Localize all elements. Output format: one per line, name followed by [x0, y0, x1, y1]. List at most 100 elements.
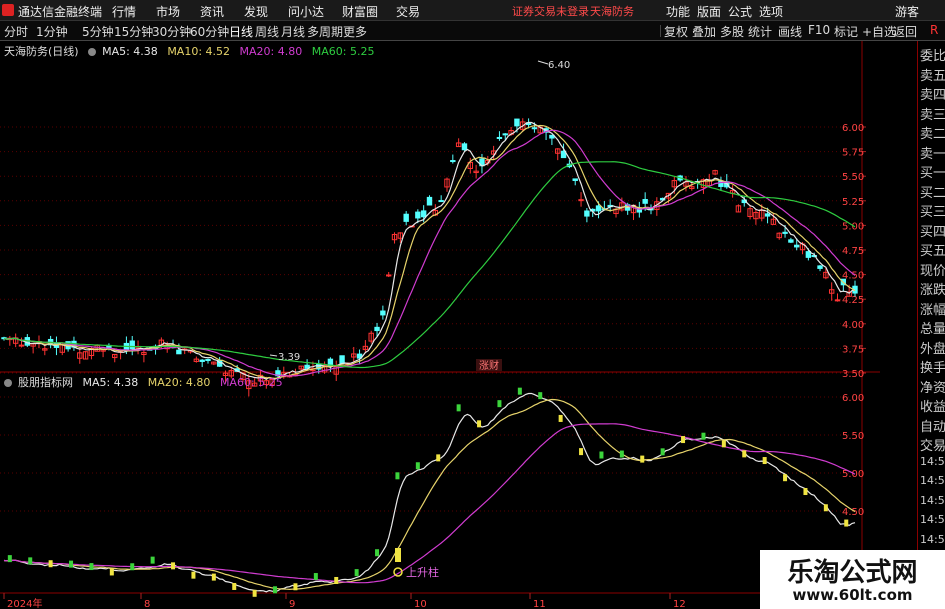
candle-down [642, 199, 648, 204]
signal-bar-green [7, 555, 12, 563]
candle-down [450, 160, 456, 163]
signal-bar-green [415, 462, 420, 470]
tool-adjust[interactable]: 复权 [664, 23, 688, 40]
candle-up [385, 274, 392, 277]
sidebar-item: 总量 [920, 322, 945, 337]
x-axis-label: 12 [673, 599, 686, 609]
sub-tick-label: 5.00 [842, 469, 864, 480]
menu-function[interactable]: 功能 [666, 3, 690, 20]
price-tick-label: 6.00 [842, 123, 864, 134]
tool-multi-stock[interactable]: 多股 [720, 23, 744, 40]
signal-bar-yellow [191, 571, 196, 579]
sidebar-item[interactable]: 交易 [920, 435, 945, 454]
guest-user[interactable]: 游客 [895, 3, 919, 20]
signal-bar-green [619, 450, 624, 458]
x-axis-label: 9 [289, 599, 295, 609]
price-tick-label: 4.25 [842, 295, 864, 306]
sidebar-item: 收益 [920, 400, 945, 415]
period-15min[interactable]: 15分钟 [114, 23, 153, 40]
period-monthly[interactable]: 月线 [281, 23, 305, 40]
sidebar-item: 买二 [920, 185, 945, 201]
candle-down [380, 310, 386, 316]
signal-bar-green [375, 549, 380, 557]
menu-ask[interactable]: 问小达 [288, 3, 324, 20]
x-axis-label: 11 [533, 599, 546, 609]
x-axis-label: 10 [414, 599, 427, 609]
signal-bar-yellow [293, 583, 298, 591]
period-60min[interactable]: 60分钟 [190, 23, 229, 40]
signal-bar-yellow [211, 573, 216, 581]
stock-period-label[interactable]: 天海防务(日线) [4, 45, 79, 58]
candle-down [817, 265, 823, 269]
tool-f10[interactable]: F10 [808, 23, 830, 37]
menu-bar: 通达信金融终端 行情 市场 资讯 发现 问小达 财富圈 交易 证券交易未登录 天… [0, 0, 945, 21]
menu-market[interactable]: 市场 [156, 3, 180, 20]
menu-trade[interactable]: 交易 [396, 3, 420, 20]
price-tick-label: 3.50 [842, 369, 864, 380]
sidebar-item: 外盘 [920, 341, 945, 357]
candle-down [420, 210, 427, 218]
period-30min[interactable]: 30分钟 [152, 23, 191, 40]
candle-up [18, 344, 25, 347]
sub-panel-legend: 股朋指标网 MA5: 4.38 MA20: 4.80 MA60: 5.25 [4, 374, 289, 390]
period-1min[interactable]: 1分钟 [36, 23, 68, 40]
price-tick-label: 5.25 [842, 197, 864, 208]
signal-bar-green [354, 569, 359, 577]
menu-options[interactable]: 选项 [759, 3, 783, 20]
signal-bar-yellow [232, 582, 237, 590]
menu-news[interactable]: 资讯 [200, 3, 224, 20]
kline-chart-svg[interactable]: 6.00 5.75 5.50 5.25 5.00 4.75 4.50 4.25 4.00 3.75… [0, 41, 880, 609]
menu-layout[interactable]: 版面 [697, 3, 721, 20]
sidebar-item: 买一 [920, 166, 945, 181]
signal-bar-green [395, 472, 400, 480]
candle-down [794, 244, 800, 248]
ma20-label: MA20: 4.80 [239, 45, 303, 58]
period-intraday[interactable]: 分时 [4, 23, 28, 40]
sub-ma5-label: MA5: 4.38 [82, 376, 139, 389]
low-marker-line [269, 354, 278, 357]
candle-down [461, 143, 468, 151]
signal-bar-yellow [579, 448, 584, 456]
menu-market-quotes[interactable]: 行情 [112, 3, 136, 20]
sidebar-item: 买三 [920, 205, 945, 220]
menu-wealth-circle[interactable]: 财富圈 [342, 3, 378, 20]
menu-formula[interactable]: 公式 [728, 3, 752, 20]
sidebar-item: 现价 [920, 263, 945, 279]
period-daily[interactable]: 日线 [229, 23, 253, 40]
ma60-label: MA60: 5.25 [311, 45, 375, 58]
tool-draw-line[interactable]: 画线 [778, 23, 802, 40]
sidebar-item: 涨幅 [920, 302, 945, 318]
sidebar-item: 涨跌 [920, 283, 945, 298]
candle-down [426, 196, 433, 206]
add-watchlist-button[interactable]: +自选 [862, 23, 896, 40]
period-multi[interactable]: 多周期 [307, 23, 343, 40]
signal-bar-yellow [48, 560, 53, 568]
signal-bar-yellow [252, 589, 257, 597]
candle-down [374, 326, 380, 332]
signal-bar-green [660, 448, 665, 456]
sub-tick-label: 5.50 [842, 431, 864, 442]
candle-down [176, 349, 182, 355]
sidebar-item: 换手 [920, 361, 945, 376]
period-5min[interactable]: 5分钟 [82, 23, 114, 40]
tool-overlay[interactable]: 叠加 [692, 23, 716, 40]
tool-mark[interactable]: 标记 [834, 23, 858, 40]
buy-signal-label: 上升柱 [406, 565, 439, 579]
sidebar-item: 卖三 [920, 107, 945, 123]
sidebar-item[interactable]: 自动 [920, 416, 945, 435]
signal-bar-yellow [803, 488, 808, 496]
quote-sidebar: 委比 卖五 卖四 卖三 卖二 卖一 买一 买二 买三 买四 买五 现价 涨跌 涨幅 总量 外盘 换手 净资 收益 自动… [917, 41, 945, 609]
period-more[interactable]: 更多 [343, 23, 367, 40]
price-tick-label: 5.00 [842, 221, 864, 232]
menu-discover[interactable]: 发现 [244, 3, 268, 20]
signal-bar-green [497, 400, 502, 408]
back-button[interactable]: 返回 [893, 23, 917, 40]
tool-statistics[interactable]: 统计 [748, 23, 772, 40]
signal-bar-yellow [640, 455, 645, 463]
period-weekly[interactable]: 周线 [255, 23, 279, 40]
kline-chart-area[interactable]: 6.00 5.75 5.50 5.25 5.00 4.75 4.50 4.25 4.00 3.75… [0, 41, 880, 609]
signal-bar-yellow [783, 474, 788, 482]
indicator-name[interactable]: 股朋指标网 [18, 376, 73, 389]
signal-bar-green [273, 586, 278, 594]
low-price-label: 3.39 [278, 352, 300, 363]
